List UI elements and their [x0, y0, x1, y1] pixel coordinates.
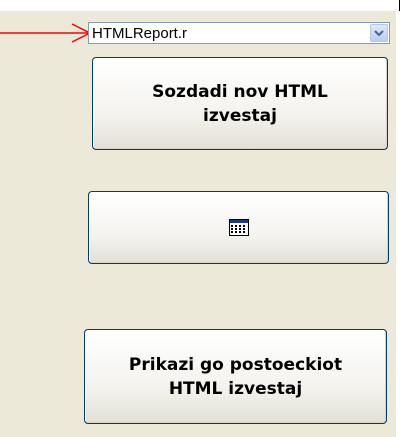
create-html-report-label: Sozdadi nov HTML izvestaj: [152, 81, 328, 126]
edge-tick: [399, 0, 400, 11]
calendar-button[interactable]: [88, 191, 389, 264]
annotation-arrow-icon: [0, 23, 92, 43]
show-existing-report-button[interactable]: Prikazi go postoeckiot HTML izvestaj: [84, 329, 387, 424]
report-select[interactable]: HTMLReport.r: [88, 22, 390, 44]
show-existing-report-label: Prikazi go postoeckiot HTML izvestaj: [128, 354, 343, 399]
calendar-icon: [228, 219, 249, 236]
top-strip: [0, 0, 403, 11]
report-select-value: HTMLReport.r: [92, 25, 188, 42]
chevron-down-icon[interactable]: [370, 24, 388, 42]
create-html-report-button[interactable]: Sozdadi nov HTML izvestaj: [92, 57, 388, 150]
